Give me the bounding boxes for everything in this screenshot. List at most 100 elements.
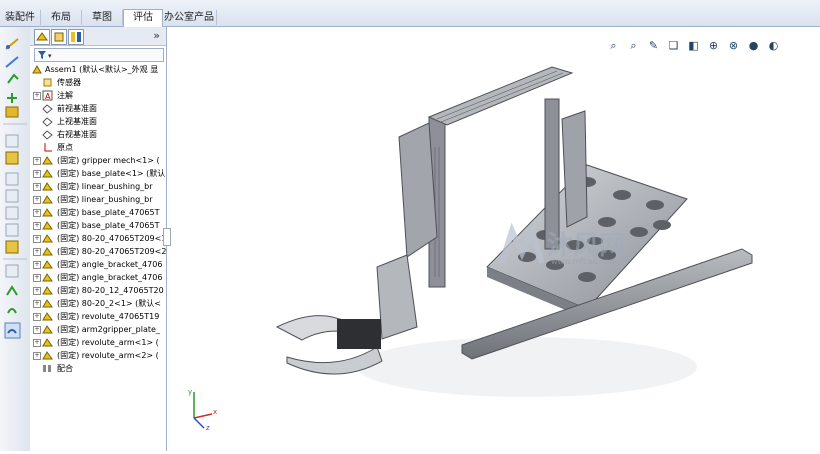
model-3d-view: [275, 66, 753, 397]
expand-toggle-icon[interactable]: +: [33, 170, 41, 178]
floor-shadow: [357, 337, 697, 397]
tree-item-label: (固定) gripper mech<1> (: [57, 156, 160, 165]
tab-assembly[interactable]: 装配件: [0, 10, 41, 25]
tree-item-label: (固定) base_plate_47065T: [57, 221, 160, 230]
expand-toggle-icon[interactable]: +: [33, 222, 41, 230]
toolbar-icon-5[interactable]: [5, 106, 19, 118]
tree-item-label: 前视基准面: [57, 104, 97, 113]
part-icon: [42, 247, 53, 256]
toolbar-icon-2[interactable]: [5, 56, 19, 68]
tab-office-products[interactable]: 办公室产品: [162, 10, 217, 25]
expand-toggle-icon[interactable]: +: [33, 261, 41, 269]
toolbar-icon-4[interactable]: [7, 93, 17, 103]
axis-label-z: z: [206, 424, 210, 432]
expand-toggle-icon[interactable]: +: [33, 157, 41, 165]
part-icon: [42, 351, 53, 360]
part-icon: [42, 286, 53, 295]
filter-row: ▾: [30, 46, 166, 62]
panel-tabs: »: [30, 27, 166, 46]
axis-label-x: x: [213, 408, 218, 416]
svg-text:A: A: [45, 92, 51, 101]
expand-toggle-icon[interactable]: +: [33, 287, 41, 295]
expand-toggle-icon[interactable]: +: [33, 183, 41, 191]
part-icon: [42, 221, 53, 230]
toolbar-icon-15[interactable]: [7, 308, 17, 314]
angle-bracket: [561, 110, 588, 228]
expand-toggle-icon[interactable]: +: [33, 196, 41, 204]
part-icon: [42, 156, 53, 165]
gripper-motor: [337, 319, 381, 349]
toolbar-icon-13[interactable]: [5, 264, 19, 278]
tree-item-label: (固定) arm2gripper_plate_: [57, 325, 160, 334]
toolbar-icon-14[interactable]: [6, 285, 18, 296]
part-icon: [42, 182, 53, 191]
tree-item-label: (固定) 80-20_47065T209<2: [57, 247, 167, 256]
expand-toggle-icon[interactable]: +: [33, 209, 41, 217]
watermark-url: www.mfcad.com: [551, 257, 618, 266]
expand-toggle-icon[interactable]: +: [33, 352, 41, 360]
config-tab-icon[interactable]: [68, 29, 84, 45]
expand-toggle-icon[interactable]: +: [33, 92, 41, 100]
plane-icon: [42, 117, 53, 127]
toolbar-icon-12[interactable]: [5, 240, 19, 254]
expand-toggle-icon[interactable]: +: [33, 248, 41, 256]
tree-item-label: (固定) 80-20_12_47065T20: [57, 286, 164, 295]
graphics-area[interactable]: ⌕ ⌕ ✎ ❏ ◧ ⊕ ⊗ ● ◐ 沐风网 www.mfcad.com: [167, 27, 820, 451]
tree-item-label: 配合: [57, 364, 73, 373]
part-icon: [42, 273, 53, 282]
tree-item-label: (固定) angle_bracket_4706: [57, 260, 163, 269]
toolbar-icon-7[interactable]: [5, 151, 19, 165]
toolbar-icon-9[interactable]: [5, 189, 19, 203]
tree-item-label: 上视基准面: [57, 117, 97, 126]
axis-triad: y x z: [182, 388, 222, 434]
tree-item-label: (固定) 80-20_2<1> (默认<: [57, 299, 161, 308]
gripper-plate: [376, 254, 418, 340]
toolbar-icon-11[interactable]: [5, 223, 19, 237]
part-icon: [42, 338, 53, 347]
part-icon: [42, 260, 53, 269]
tree-item-label: (固定) revolute_arm<2> (: [57, 351, 159, 360]
toolbar-icon-16[interactable]: [4, 322, 21, 339]
watermark-logo-icon: [499, 223, 545, 264]
axis-label-y: y: [188, 388, 193, 396]
panel-splitter-handle[interactable]: [163, 228, 171, 246]
filter-input[interactable]: ▾: [34, 48, 164, 62]
toolbar-icon-10[interactable]: [5, 206, 19, 220]
annotation-icon: A: [42, 90, 53, 101]
origin-icon: [44, 143, 52, 152]
toolbar-icon-8[interactable]: [5, 172, 19, 186]
part-icon: [42, 195, 53, 204]
feature-manager-panel: » ▾ Assem1 (默认<默认>_外观 显传感器 + A 注解 前视基准面 上视基准面…: [30, 27, 167, 451]
tab-evaluate[interactable]: 评估: [123, 9, 163, 27]
part-icon: [42, 325, 53, 334]
expand-toggle-icon[interactable]: +: [33, 274, 41, 282]
expand-toggle-icon[interactable]: +: [33, 326, 41, 334]
expand-toggle-icon[interactable]: +: [33, 313, 41, 321]
filter-icon: ▾: [38, 51, 52, 60]
tab-sketch[interactable]: 草图: [82, 10, 123, 25]
feature-tree-tab-icon[interactable]: [34, 29, 50, 45]
tree-item-label: (固定) 80-20_47065T209<1: [57, 234, 167, 243]
part-icon: [42, 234, 53, 243]
plane-icon: [42, 130, 53, 140]
tree-root-label: Assem1 (默认<默认>_外观 显: [45, 65, 159, 74]
toolbar-icon-1[interactable]: [5, 37, 19, 51]
toolbar-icon-6[interactable]: [5, 134, 19, 148]
expand-toggle-icon[interactable]: +: [33, 235, 41, 243]
expand-panel-icon[interactable]: »: [153, 29, 160, 42]
left-toolbar: [0, 27, 31, 451]
tree-item-label: (固定) base_plate_47065T: [57, 208, 160, 217]
property-tab-icon[interactable]: [51, 29, 67, 45]
part-icon: [42, 312, 53, 321]
expand-toggle-icon[interactable]: +: [33, 300, 41, 308]
toolbar-icon-3[interactable]: [7, 73, 19, 84]
expand-toggle-icon[interactable]: +: [33, 339, 41, 347]
part-icon: [42, 169, 53, 178]
tree-item-label: (固定) linear_bushing_br: [57, 182, 153, 191]
tab-layout[interactable]: 布局: [41, 10, 82, 25]
svg-text:▾: ▾: [48, 52, 52, 60]
tree-item-label: 注解: [57, 91, 73, 100]
part-icon: [42, 208, 53, 217]
sensor-icon: [43, 78, 52, 87]
part-icon: [42, 299, 53, 308]
